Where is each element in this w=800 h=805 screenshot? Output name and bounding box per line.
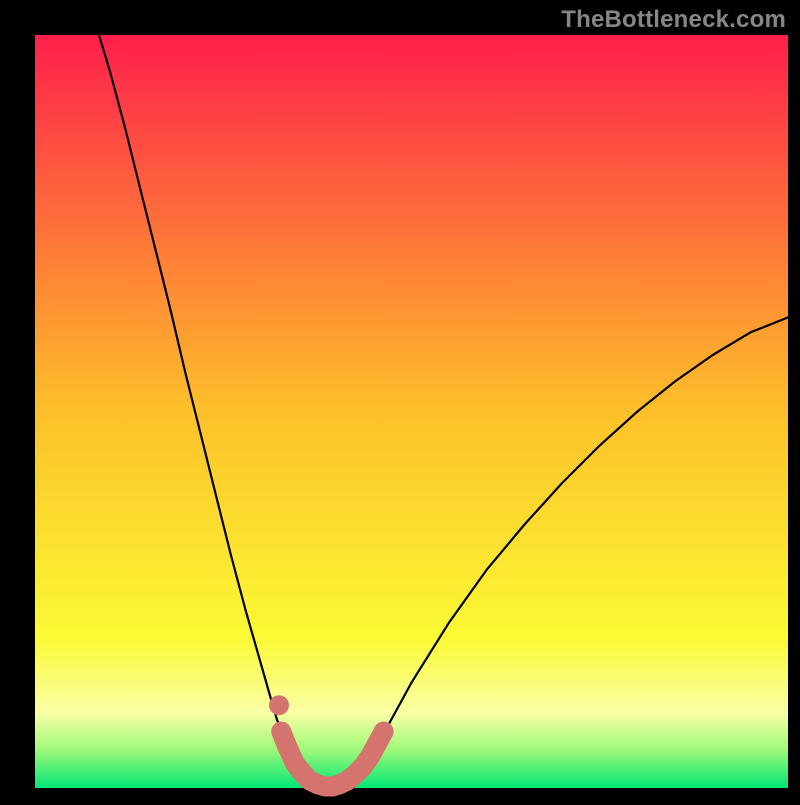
watermark-text: TheBottleneck.com — [561, 6, 786, 34]
bottleneck-chart — [0, 0, 800, 800]
plot-background — [35, 35, 788, 788]
chart-frame: TheBottleneck.com — [0, 0, 800, 800]
highlight-start-dot — [269, 695, 289, 715]
